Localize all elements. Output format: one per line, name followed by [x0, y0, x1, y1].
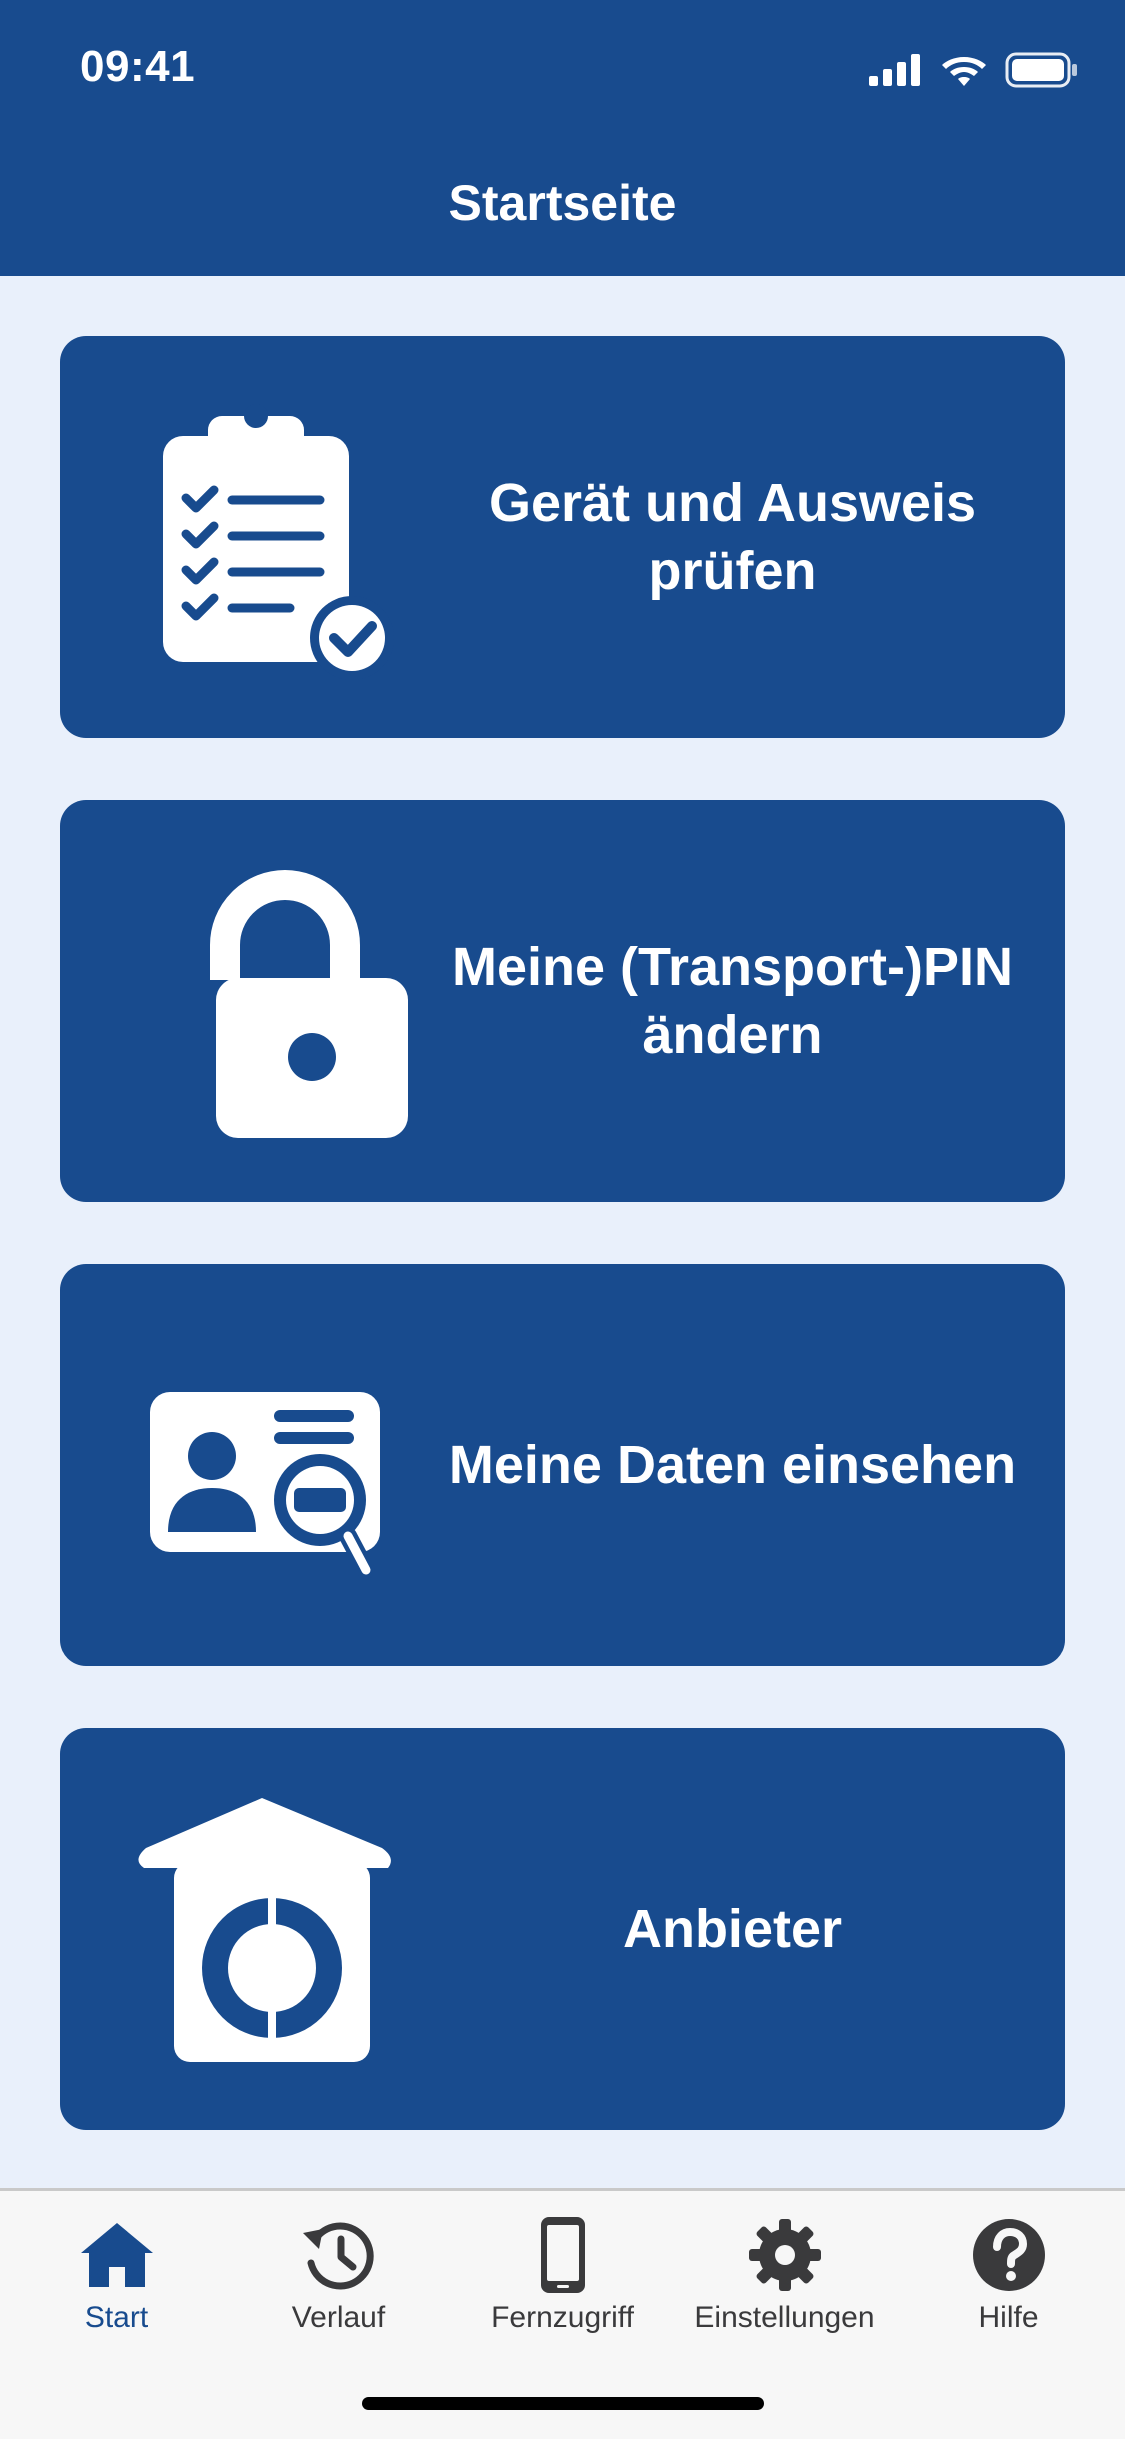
tile-label: Gerät und Ausweis prüfen [488, 473, 977, 601]
history-icon [302, 2222, 374, 2290]
tile-label: Meine (Transport-)PIN ändern [451, 937, 1014, 1065]
tab-label: Hilfe [978, 2301, 1039, 2334]
tab-label: Verlauf [291, 2301, 386, 2334]
tab-help[interactable]: Hilfe [896, 2215, 1121, 2345]
home-indicator [362, 2397, 764, 2410]
tile-label: Anbieter [622, 1899, 843, 1959]
view-my-data-tile[interactable]: Meine Daten einsehen [60, 1264, 1065, 1666]
gear-icon [748, 2219, 821, 2291]
tab-remote-access[interactable]: Fernzugriff [450, 2215, 675, 2345]
id-card-search-icon [150, 1392, 380, 1579]
tab-label: Fernzugriff [491, 2301, 634, 2334]
phone-icon [540, 2217, 585, 2293]
tile-list: Gerät und Ausweis prüfen Meine (Transpor… [60, 336, 1065, 2192]
app-header: 09:41 Startseite [0, 0, 1125, 276]
status-icons [869, 50, 1079, 90]
lock-icon [210, 870, 408, 1138]
tab-label: Start [84, 2301, 149, 2334]
home-icon [80, 2223, 153, 2287]
tab-history[interactable]: Verlauf [226, 2215, 451, 2345]
battery-icon [1005, 52, 1077, 88]
tab-start[interactable]: Start [4, 2215, 229, 2345]
tab-bar: Start Verlauf Fernzugriff Einstellungen … [0, 2188, 1125, 2439]
help-icon [972, 2219, 1045, 2291]
check-device-id-tile[interactable]: Gerät und Ausweis prüfen [60, 336, 1065, 738]
page-title: Startseite [448, 175, 677, 231]
tab-settings[interactable]: Einstellungen [672, 2215, 897, 2345]
providers-tile[interactable]: Anbieter [60, 1728, 1065, 2130]
wifi-icon [942, 57, 986, 86]
change-pin-tile[interactable]: Meine (Transport-)PIN ändern [60, 800, 1065, 1202]
status-time: 09:41 [80, 42, 196, 91]
signal-icon [869, 54, 920, 86]
provider-house-icon [138, 1798, 391, 2062]
clipboard-check-icon [163, 404, 394, 680]
tile-label: Meine Daten einsehen [448, 1435, 1017, 1495]
tab-label: Einstellungen [694, 2301, 875, 2334]
